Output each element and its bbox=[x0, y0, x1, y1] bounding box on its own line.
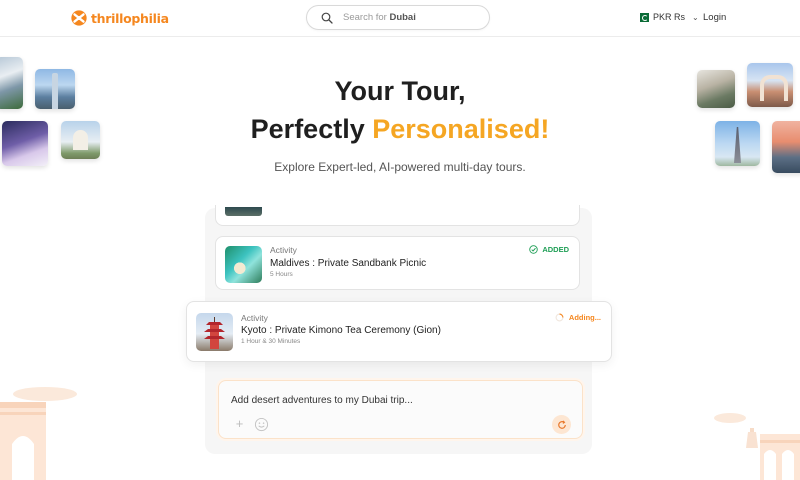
activity-thumbnail bbox=[225, 207, 262, 216]
monument-silhouette-right bbox=[714, 413, 800, 480]
spinner-icon bbox=[555, 313, 564, 322]
regenerate-button[interactable] bbox=[552, 415, 571, 434]
activity-title: Maldives : Private Sandbank Picnic bbox=[270, 258, 427, 269]
search-prefix: Search for bbox=[343, 12, 387, 23]
hero-title-line2: Perfectly Personalised! bbox=[0, 114, 800, 145]
status-badge-adding: Adding... bbox=[555, 313, 601, 322]
activity-card[interactable]: Activity Maldives : Private Sandbank Pic… bbox=[215, 236, 580, 290]
activity-title: Kyoto : Private Kimono Tea Ceremony (Gio… bbox=[241, 325, 441, 336]
hero-subtitle: Explore Expert-led, AI-powered multi-day… bbox=[274, 160, 526, 174]
pagoda-icon bbox=[204, 317, 225, 349]
top-header: thrillophilia Search for Dubai PKR Rs ⌄ … bbox=[0, 0, 800, 37]
currency-label: PKR Rs bbox=[653, 12, 686, 22]
brand-logo[interactable]: thrillophilia bbox=[70, 9, 169, 27]
search-term: Dubai bbox=[389, 12, 416, 23]
refresh-icon bbox=[557, 419, 566, 429]
check-circle-icon bbox=[529, 245, 539, 254]
activity-type: Activity bbox=[270, 245, 297, 255]
chevron-down-icon: ⌄ bbox=[692, 12, 699, 22]
brand-name: thrillophilia bbox=[91, 10, 169, 26]
activity-card-partial[interactable] bbox=[215, 205, 580, 226]
hero-title-accent: Personalised! bbox=[372, 114, 550, 144]
logo-mark-icon bbox=[71, 10, 87, 26]
search-bar[interactable]: Search for Dubai bbox=[306, 5, 490, 30]
activity-card[interactable]: Activity Kyoto : Private Kimono Tea Cere… bbox=[186, 301, 612, 362]
monument-silhouette-left bbox=[0, 387, 77, 480]
search-placeholder: Search for Dubai bbox=[343, 12, 416, 23]
prompt-input[interactable]: Add desert adventures to my Dubai trip..… bbox=[231, 395, 413, 406]
pakistan-flag-icon bbox=[637, 12, 649, 22]
status-label: ADDED bbox=[542, 245, 569, 254]
activity-thumbnail bbox=[225, 246, 262, 283]
activity-type: Activity bbox=[241, 313, 268, 323]
status-badge-added: ADDED bbox=[529, 245, 569, 254]
login-button[interactable]: Login bbox=[703, 12, 726, 23]
emoji-icon[interactable] bbox=[254, 417, 269, 432]
add-attachment-button[interactable]: + bbox=[233, 417, 246, 431]
status-label: Adding... bbox=[568, 313, 601, 322]
activity-duration: 5 Hours bbox=[270, 271, 293, 278]
search-icon bbox=[321, 12, 333, 24]
currency-selector[interactable]: PKR Rs ⌄ bbox=[637, 12, 699, 22]
activity-thumbnail bbox=[196, 313, 233, 351]
trip-prompt-box[interactable]: Add desert adventures to my Dubai trip..… bbox=[218, 380, 583, 439]
hero-title-line1: Your Tour, bbox=[334, 76, 466, 106]
hero-title-plain: Perfectly bbox=[250, 114, 365, 144]
activity-duration: 1 Hour & 30 Minutes bbox=[241, 338, 301, 345]
